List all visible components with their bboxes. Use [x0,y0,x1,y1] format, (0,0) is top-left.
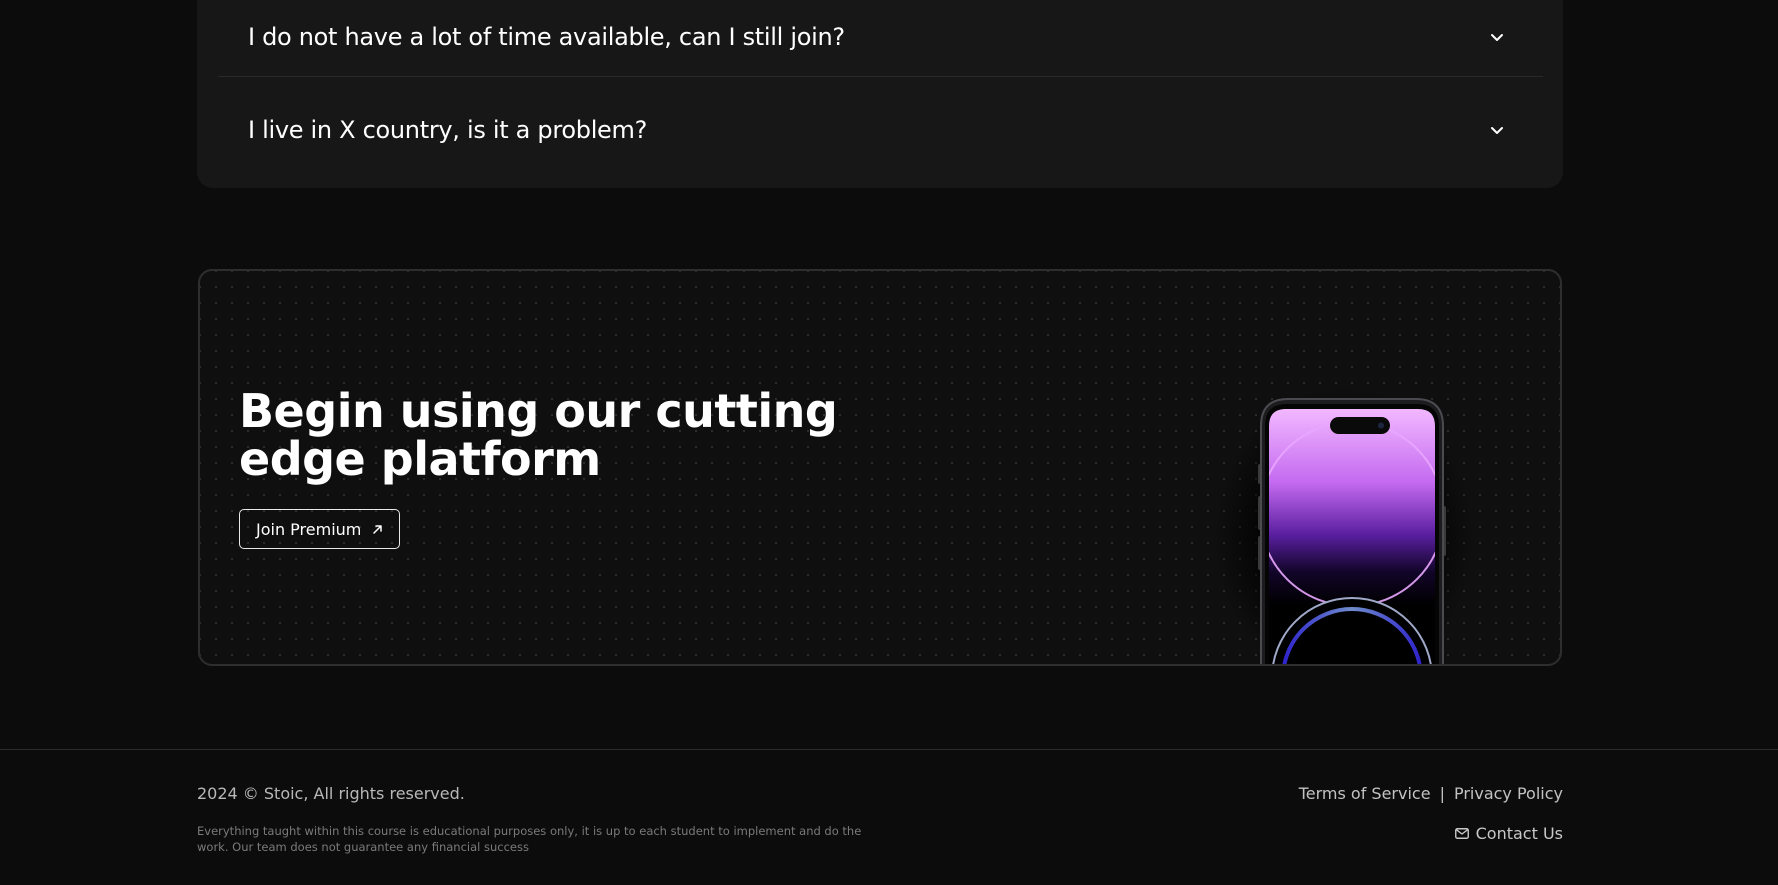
faq-question: I live in X country, is it a problem? [248,116,648,144]
chevron-down-icon[interactable] [1487,120,1507,140]
faq-card: I do not have a lot of time available, c… [197,0,1563,188]
cta-heading: Begin using our cutting edge platform [239,384,838,486]
mail-icon [1454,824,1469,843]
cta-section: Begin using our cutting edge platform Jo… [198,269,1562,666]
join-premium-button[interactable]: Join Premium [239,509,401,549]
footer-divider [0,749,1778,750]
terms-of-service-link[interactable]: Terms of Service [1299,784,1431,803]
contact-us-label: Contact Us [1475,824,1563,843]
faq-item[interactable]: I do not have a lot of time available, c… [197,7,1563,67]
copyright-text: 2024 © Stoic, All rights reserved. [197,784,465,803]
contact-us-link[interactable]: Contact Us [1454,824,1563,843]
faq-question: I do not have a lot of time available, c… [248,23,845,51]
join-premium-label: Join Premium [256,519,362,539]
faq-divider [218,76,1543,77]
legal-links: Terms of Service | Privacy Policy [1299,784,1563,803]
arrow-up-right-icon [372,520,383,539]
disclaimer-text: Everything taught within this course is … [197,824,862,854]
chevron-down-icon[interactable] [1487,27,1507,47]
phone-mockup-image [1213,386,1475,664]
privacy-policy-link[interactable]: Privacy Policy [1454,784,1563,803]
faq-item[interactable]: I live in X country, is it a problem? [197,100,1563,160]
legal-separator: | [1439,784,1445,803]
